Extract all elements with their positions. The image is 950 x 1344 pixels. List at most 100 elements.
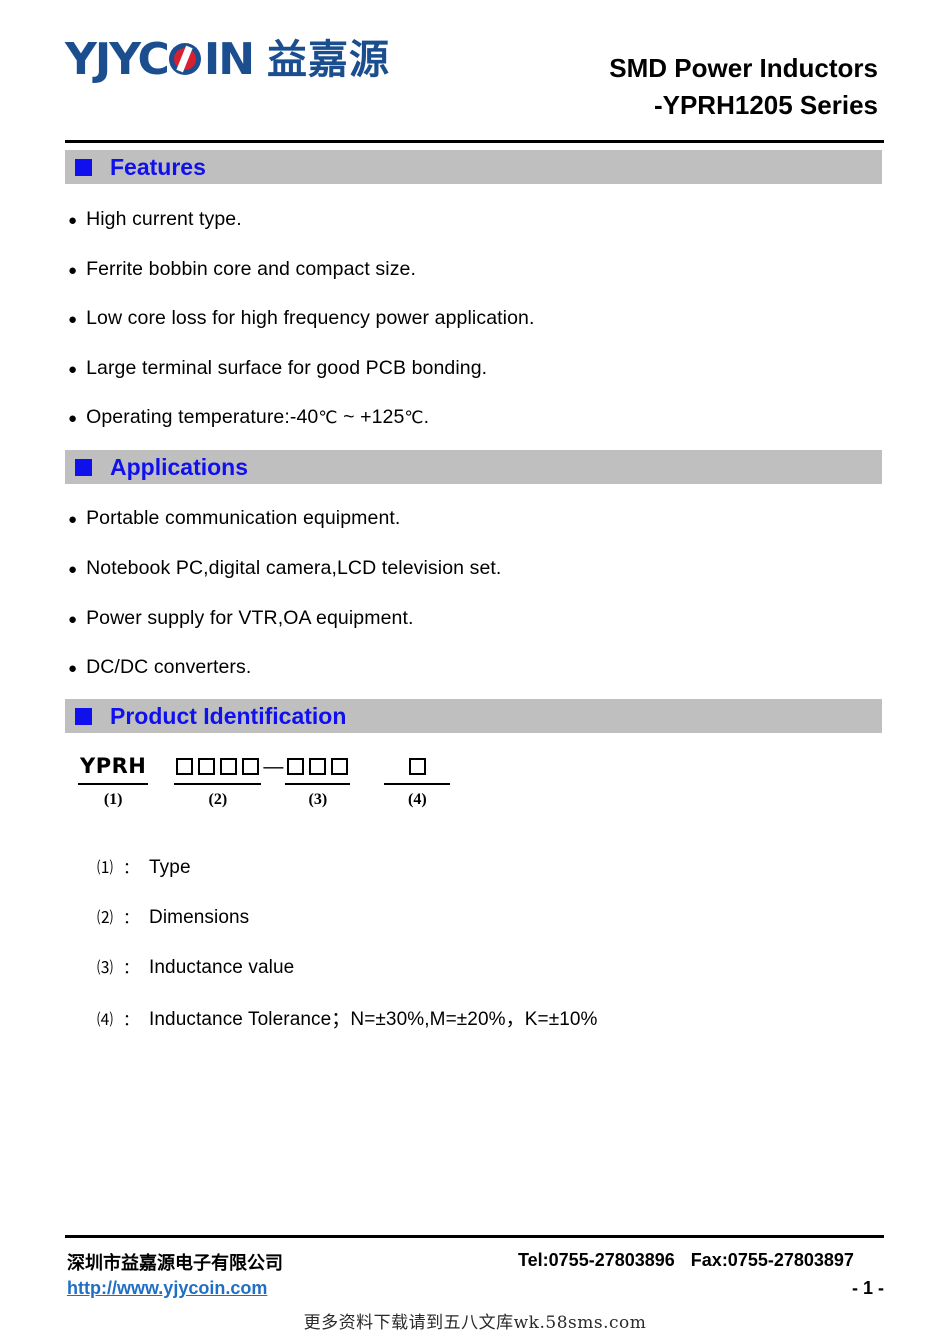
bullet-dot-icon: ●: [68, 511, 78, 528]
part-number-group-1: YPRH (1): [78, 752, 149, 809]
part-number-group-3: (3): [285, 752, 351, 809]
list-item: ● Ferrite bobbin core and compact size.: [68, 258, 416, 281]
list-item-operating-temperature: ● Operating temperature:-40℃ ~ +125℃.: [68, 406, 429, 429]
application-text: Notebook PC,digital camera,LCD televisio…: [86, 557, 502, 579]
bullet-dot-icon: ●: [68, 561, 78, 578]
legend-colon: ：: [123, 908, 140, 927]
list-item: ● Notebook PC,digital camera,LCD televis…: [68, 557, 501, 580]
watermark-text: 更多资料下载请到五八文库wk.58sms.com: [303, 1313, 647, 1333]
part-number-index-3: (3): [308, 791, 328, 808]
application-text: Portable communication equipment.: [86, 507, 401, 529]
legend-colon: ：: [123, 958, 140, 977]
placeholder-box-icon: [176, 757, 194, 775]
bullet-dot-icon: ●: [68, 410, 78, 427]
bullet-dot-icon: ●: [68, 212, 78, 229]
placeholder-box-icon: [331, 757, 349, 775]
bullet-dot-icon: ●: [68, 611, 78, 628]
part-number-diagram: YPRH (1) (2) — (3) (4): [78, 752, 451, 809]
placeholder-box-icon: [287, 757, 305, 775]
footer-company-name: 深圳市益嘉源电子有限公司: [67, 1253, 283, 1274]
part-number-group-2-boxes: [174, 752, 262, 785]
list-item: ● Low core loss for high frequency power…: [68, 307, 535, 330]
section-header-product-identification: Product Identification: [65, 699, 882, 733]
legend-text: Dimensions: [149, 907, 250, 928]
part-number-group-4-boxes: [384, 752, 451, 785]
legend-text: Inductance value: [149, 957, 295, 978]
legend-index: ⑶: [97, 958, 114, 977]
footer-fax: Fax:0755-27803897: [690, 1250, 854, 1270]
part-number-group-1-value: YPRH: [78, 752, 149, 785]
square-bullet-icon: [75, 158, 92, 176]
part-number-index-4: (4): [408, 791, 427, 808]
bullet-dot-icon: ●: [68, 660, 78, 677]
page-header: YJYC IN 益嘉源 SMD Power Inductors -YPRH120…: [0, 0, 950, 128]
list-item: ● Large terminal surface for good PCB bo…: [68, 357, 487, 380]
section-header-applications: Applications: [65, 450, 882, 484]
legend-item: ⑶ ： Inductance value: [97, 954, 294, 979]
legend-index: ⑷: [97, 1010, 114, 1029]
logo-wordmark-pre: YJYC: [65, 34, 170, 85]
application-text: DC/DC converters.: [86, 656, 252, 678]
page-title-line2: -YPRH1205 Series: [653, 89, 878, 120]
section-header-features: Features: [65, 150, 882, 184]
feature-text: Ferrite bobbin core and compact size.: [86, 258, 417, 280]
footer-website-link[interactable]: http://www.yjycoin.com: [67, 1278, 267, 1299]
application-text: Power supply for VTR,OA equipment.: [86, 607, 414, 629]
part-number-group-2: (2): [174, 752, 262, 809]
legend-colon: ：: [123, 1010, 140, 1029]
list-item: ● High current type.: [68, 208, 242, 231]
feature-text: Low core loss for high frequency power a…: [86, 307, 535, 329]
part-number-index-1: (1): [103, 791, 123, 808]
part-number-index-2: (2): [208, 791, 228, 808]
bullet-dot-icon: ●: [68, 262, 78, 279]
placeholder-box-icon: [309, 757, 327, 775]
feature-text-temperature: Operating temperature:-40℃ ~ +125℃.: [86, 406, 429, 429]
footer-tel: Tel:0755-27803896: [518, 1250, 675, 1270]
bullet-dot-icon: ●: [68, 311, 78, 328]
list-item: ● Power supply for VTR,OA equipment.: [68, 607, 414, 630]
section-title-features: Features: [110, 153, 206, 180]
part-number-group-3-boxes: [285, 752, 351, 785]
part-number-separator-dash: —: [263, 756, 284, 778]
feature-text: Large terminal surface for good PCB bond…: [86, 357, 488, 379]
inductance-boxes: [287, 757, 349, 775]
footer-divider: [65, 1235, 884, 1238]
placeholder-box-icon: [220, 757, 238, 775]
logo-chinese-name: 益嘉源: [267, 37, 391, 83]
logo-wordmark-post: IN: [203, 34, 255, 85]
placeholder-box-icon: [242, 757, 260, 775]
part-number-group-4: (4): [384, 752, 451, 809]
logo-wordmark: YJYC IN: [65, 34, 255, 85]
placeholder-box-icon: [198, 757, 216, 775]
legend-item: ⑴ ： Type: [97, 854, 191, 879]
celsius-unit-icon: ℃: [318, 408, 338, 428]
square-bullet-icon: [75, 707, 92, 725]
page-title-line1: SMD Power Inductors: [609, 53, 878, 83]
legend-index: ⑴: [97, 858, 114, 877]
page-number: - 1 -: [851, 1278, 884, 1298]
legend-colon: ：: [123, 858, 140, 877]
list-item: ● DC/DC converters.: [68, 656, 251, 679]
legend-item: ⑷ ： Inductance Tolerance；N=±30%,M=±20%，K…: [97, 1004, 598, 1031]
legend-item: ⑵ ： Dimensions: [97, 904, 249, 929]
header-divider: [65, 140, 884, 143]
dimension-boxes: [176, 757, 260, 775]
temp-prefix: Operating temperature:-40: [86, 406, 319, 428]
tolerance-box: [408, 757, 426, 775]
feature-text: High current type.: [86, 208, 242, 230]
legend-text: Inductance Tolerance；N=±30%,M=±20%，K=±10…: [149, 1009, 598, 1030]
legend-text: Type: [149, 857, 191, 878]
temp-suffix: .: [423, 406, 430, 428]
placeholder-box-icon: [408, 757, 426, 775]
page-title: SMD Power Inductors -YPRH1205 Series: [609, 50, 878, 124]
legend-index: ⑵: [97, 908, 114, 927]
list-item: ● Portable communication equipment.: [68, 507, 400, 530]
section-title-applications: Applications: [110, 453, 249, 480]
footer-contact-info: Tel:0755-27803896 Fax:0755-27803897: [518, 1250, 854, 1271]
section-title-product-identification: Product Identification: [110, 702, 347, 729]
bullet-dot-icon: ●: [68, 361, 78, 378]
celsius-unit-icon: ℃: [404, 408, 424, 428]
square-bullet-icon: [75, 458, 92, 476]
part-number-type-text: YPRH: [80, 754, 147, 778]
temp-middle: ~ +125: [337, 406, 405, 428]
